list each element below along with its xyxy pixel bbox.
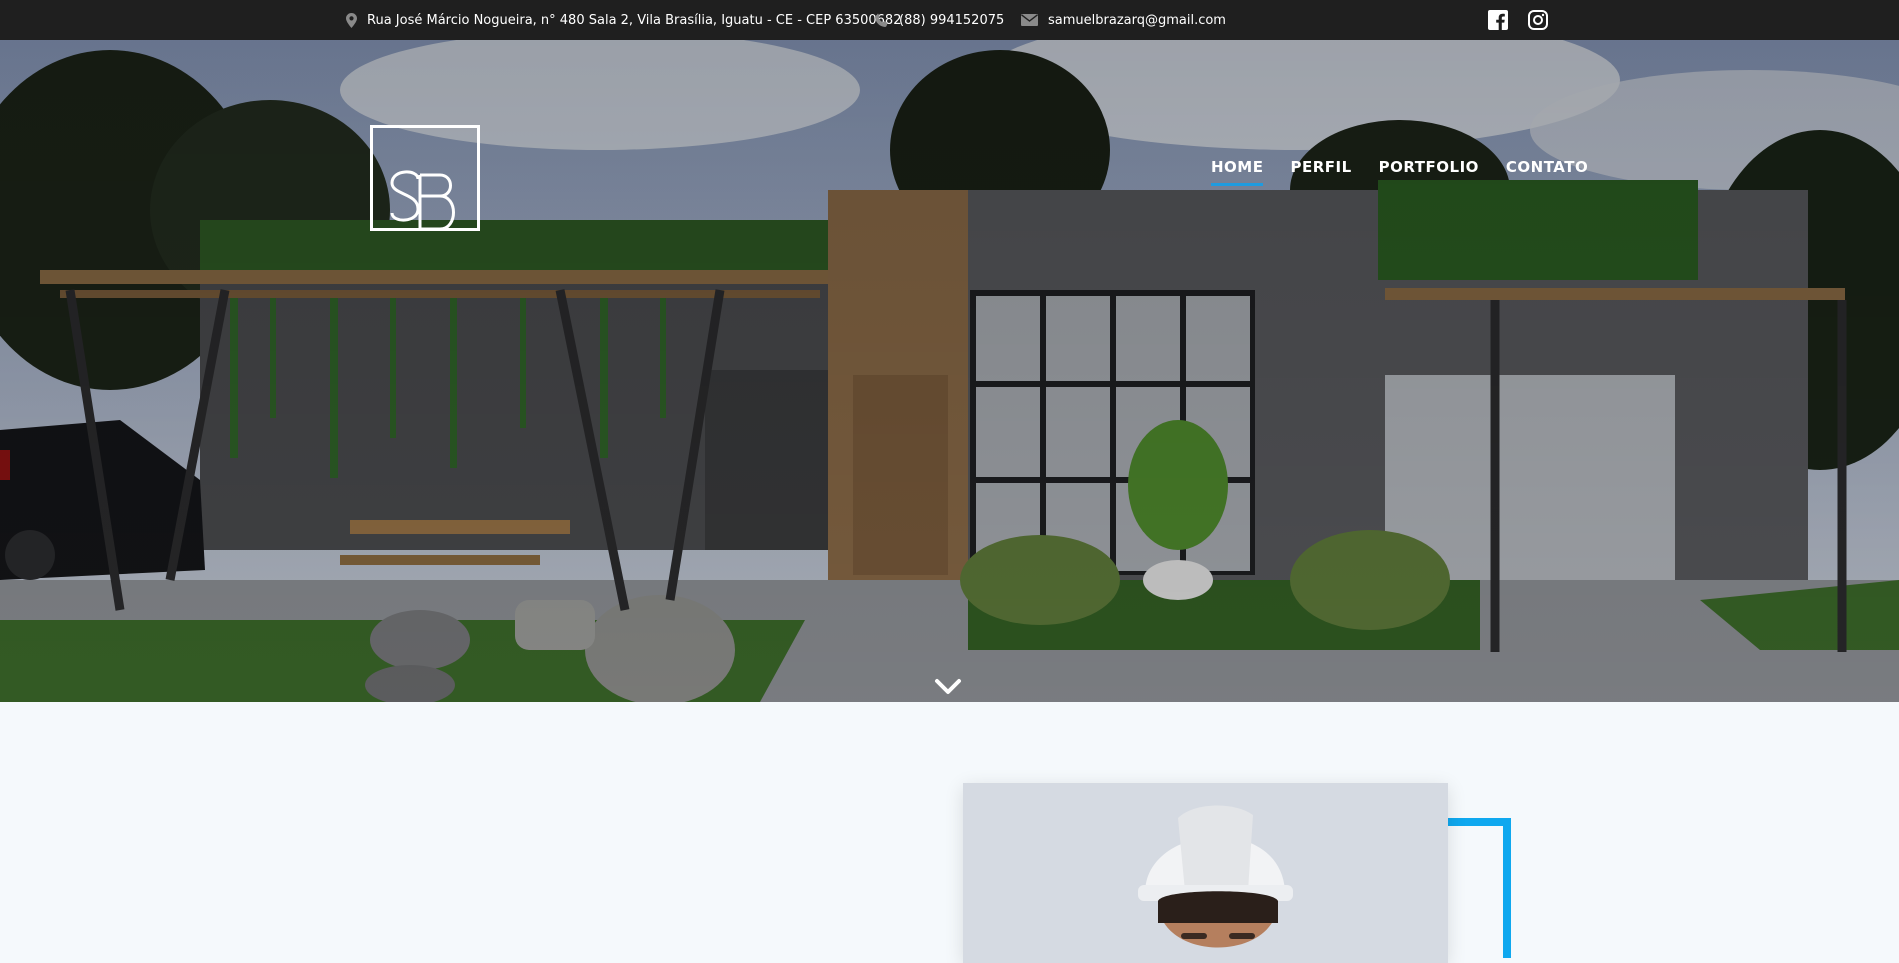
- about-section: [0, 702, 1899, 934]
- hero-background-image: [0, 40, 1899, 702]
- top-info-bar: Rua José Márcio Nogueira, n° 480 Sala 2,…: [0, 0, 1899, 40]
- profile-photo: [963, 783, 1448, 963]
- nav-home[interactable]: HOME: [1211, 158, 1264, 186]
- hero-section: HOME PERFIL PORTFOLIO CONTATO: [0, 40, 1899, 702]
- address-item: Rua José Márcio Nogueira, n° 480 Sala 2,…: [346, 0, 901, 40]
- phone-icon: [875, 13, 888, 27]
- email-item[interactable]: samuelbrazarq@gmail.com: [1021, 0, 1226, 40]
- envelope-icon: [1021, 14, 1038, 26]
- nav-portfolio[interactable]: PORTFOLIO: [1379, 158, 1479, 182]
- engineer-portrait-image: [963, 783, 1448, 963]
- nav-contato[interactable]: CONTATO: [1506, 158, 1588, 182]
- facebook-icon[interactable]: [1488, 10, 1508, 30]
- address-text: Rua José Márcio Nogueira, n° 480 Sala 2,…: [367, 12, 902, 28]
- map-pin-icon: [346, 12, 357, 28]
- email-text: samuelbrazarq@gmail.com: [1048, 12, 1226, 28]
- chevron-down-icon[interactable]: [934, 678, 962, 696]
- instagram-icon[interactable]: [1528, 10, 1548, 30]
- main-navigation: HOME PERFIL PORTFOLIO CONTATO: [1211, 158, 1615, 186]
- nav-perfil[interactable]: PERFIL: [1290, 158, 1351, 182]
- sb-monogram-logo[interactable]: [370, 125, 480, 231]
- phone-item[interactable]: (88) 994152075: [875, 0, 1004, 40]
- phone-text: (88) 994152075: [899, 12, 1005, 28]
